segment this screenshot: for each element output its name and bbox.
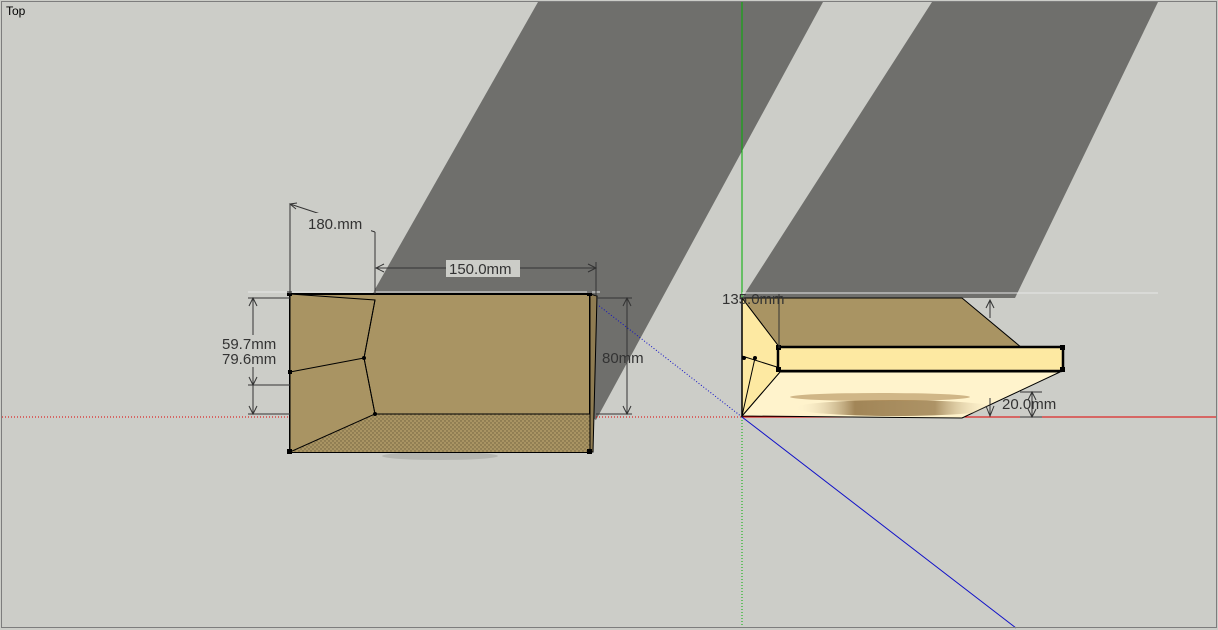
- dim-label-20: 20.0mm: [1002, 396, 1056, 413]
- right-box-smear-2: [790, 393, 970, 401]
- left-box[interactable]: [248, 291, 600, 460]
- dim-label-180: 180.mm: [308, 216, 362, 233]
- vertex-6: [373, 412, 377, 416]
- vertex-3: [287, 449, 292, 454]
- vertex-7: [362, 356, 366, 360]
- vertex-r4: [1060, 367, 1065, 372]
- vertex-r3: [776, 367, 781, 372]
- vertex-r6: [742, 356, 746, 360]
- vertex-4: [587, 449, 592, 454]
- dim-label-79-6: 79.6mm: [222, 351, 276, 368]
- right-box-lid[interactable]: [776, 345, 1065, 373]
- modeling-viewport[interactable]: 180.mm 150.0mm 59.7mm 79.6mm 80mm 135.0m…: [0, 0, 1218, 630]
- left-box-ground-shadow: [382, 452, 498, 460]
- dim-label-150: 150.0mm: [449, 261, 512, 278]
- dim-label-135: 135.0mm: [722, 291, 785, 308]
- right-box-smear: [795, 400, 995, 416]
- vertex-5: [288, 370, 292, 374]
- vertex-r5: [753, 356, 757, 360]
- scene-canvas[interactable]: 180.mm 150.0mm 59.7mm 79.6mm 80mm 135.0m…: [0, 0, 1218, 630]
- dim-label-80: 80mm: [602, 350, 644, 367]
- vertex-r2: [1060, 345, 1065, 350]
- view-name-label: Top: [6, 4, 26, 18]
